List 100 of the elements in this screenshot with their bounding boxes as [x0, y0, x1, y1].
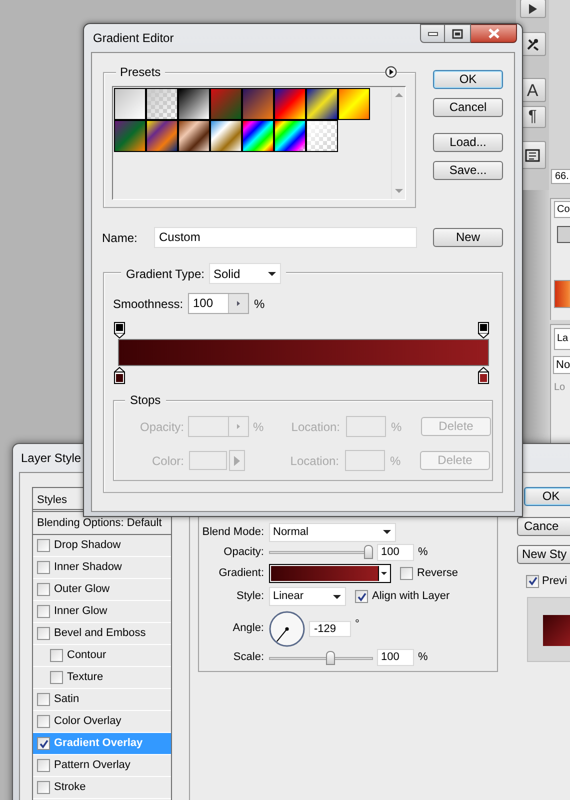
scroll-up-icon — [394, 93, 402, 97]
list-item[interactable]: Inner Shadow — [33, 557, 171, 579]
field-label: Blend Mode: — [202, 524, 264, 540]
field-label: Gradient Type: — [126, 266, 204, 282]
angle-dial — [269, 610, 305, 646]
checkbox[interactable] — [50, 671, 63, 684]
preview-swatch — [543, 614, 570, 646]
style-select[interactable]: Linear — [269, 587, 346, 606]
slider[interactable] — [269, 650, 373, 664]
opacity-stop[interactable] — [478, 322, 489, 339]
unit-label: ° — [355, 619, 360, 630]
blend-mode-select[interactable]: Normal — [269, 522, 396, 542]
checkbox[interactable] — [37, 693, 50, 706]
field-label: Scale: — [232, 650, 264, 666]
gradient-preset[interactable] — [306, 88, 338, 120]
gradient-preset[interactable] — [114, 88, 146, 120]
lock-label: Lo — [554, 382, 566, 394]
slider-thumb[interactable] — [364, 545, 373, 559]
gradient-picker[interactable] — [269, 564, 391, 582]
gradient-preset[interactable] — [146, 120, 178, 152]
color-stop[interactable] — [478, 367, 489, 384]
menu-button[interactable] — [385, 66, 397, 78]
list-item[interactable]: Texture — [33, 667, 171, 689]
list-item[interactable]: Contour — [33, 645, 171, 667]
opacity-stop[interactable] — [114, 322, 125, 339]
checkbox[interactable] — [37, 781, 50, 794]
scale-field[interactable]: 100 — [377, 649, 414, 666]
caret-icon — [268, 272, 276, 276]
field-label: Opacity: — [138, 418, 184, 436]
slider[interactable] — [269, 545, 373, 559]
opacity-field[interactable]: 100 — [377, 544, 414, 560]
checkbox[interactable] — [400, 566, 413, 580]
gradient-preset[interactable] — [178, 88, 210, 120]
scrollbar[interactable] — [391, 87, 405, 199]
list-item[interactable]: Satin — [33, 689, 171, 711]
checkbox-checked[interactable] — [355, 590, 368, 603]
new-style-button[interactable]: New Sty — [517, 545, 570, 564]
unit-label: % — [391, 418, 403, 436]
field-label: Location: — [289, 452, 339, 470]
checkbox[interactable] — [37, 715, 50, 728]
list-item[interactable]: Drop Shadow — [33, 535, 171, 557]
panel-tab[interactable]: La — [554, 328, 570, 350]
save-button[interactable]: Save... — [433, 161, 503, 180]
load-button[interactable]: Load... — [433, 133, 503, 152]
gradient-preset[interactable] — [146, 88, 178, 120]
checkbox[interactable] — [37, 759, 50, 772]
new-button[interactable]: New — [433, 228, 503, 247]
gradient-preset[interactable] — [242, 88, 274, 120]
checkbox-checked[interactable] — [526, 574, 539, 588]
list-item[interactable]: Inner Glow — [33, 601, 171, 623]
angle-field[interactable]: -129 — [309, 620, 351, 636]
checkbox[interactable] — [50, 649, 63, 662]
blend-mode-dropdown[interactable]: No — [553, 356, 570, 374]
list-item[interactable]: Stroke — [33, 777, 171, 799]
field-label: Color: — [150, 452, 184, 470]
field-label: Smoothness: — [113, 296, 184, 312]
cancel-button[interactable]: Cance — [517, 517, 570, 536]
checkbox[interactable] — [37, 583, 50, 596]
slider-thumb[interactable] — [326, 650, 335, 664]
checkbox[interactable] — [37, 627, 50, 640]
name-field[interactable]: Custom — [154, 227, 417, 248]
gradient-preset[interactable] — [306, 120, 338, 152]
checkbox-label: Reverse — [417, 566, 458, 581]
gradient-bar[interactable] — [118, 339, 489, 366]
ok-button[interactable]: OK — [433, 70, 503, 89]
unit-label: % — [418, 544, 428, 560]
ok-button[interactable]: OK — [524, 487, 570, 506]
gradient-preset[interactable] — [178, 120, 210, 152]
zoom-field[interactable]: 66. — [551, 169, 570, 184]
gradient-preset[interactable] — [114, 120, 146, 152]
gradient-type-select[interactable]: Solid — [208, 263, 280, 284]
gradient-preset[interactable] — [338, 88, 370, 120]
list-item[interactable]: Bevel and Emboss — [33, 623, 171, 645]
close-button[interactable] — [471, 24, 517, 43]
smoothness-field[interactable]: 100 — [188, 293, 249, 314]
panel-tab[interactable]: Co — [554, 201, 570, 218]
checkbox-checked[interactable] — [37, 737, 50, 750]
play-button[interactable] — [520, 0, 546, 18]
unit-label: % — [418, 650, 428, 666]
color-stop[interactable] — [114, 367, 125, 384]
unit-label: % — [253, 418, 265, 436]
field-label: Location: — [290, 418, 340, 436]
list-item[interactable]: Pattern Overlay — [33, 755, 171, 777]
gradient-preset[interactable] — [274, 88, 306, 120]
checkbox[interactable] — [37, 539, 50, 552]
maximize-button[interactable] — [445, 24, 471, 43]
gradient-preset[interactable] — [242, 120, 274, 152]
cancel-button[interactable]: Cancel — [433, 98, 503, 117]
dropdown-button[interactable] — [378, 566, 389, 580]
gradient-preset[interactable] — [210, 120, 242, 152]
maximize-icon — [452, 28, 463, 38]
minimize-icon — [428, 32, 438, 36]
minimize-button[interactable] — [420, 24, 445, 43]
caret-icon — [381, 572, 387, 574]
gradient-preset[interactable] — [274, 120, 306, 152]
checkbox-label: Previ — [542, 574, 568, 589]
checkbox[interactable] — [37, 605, 50, 618]
checkbox[interactable] — [37, 561, 50, 574]
list-item[interactable]: Outer Glow — [33, 579, 171, 601]
field-label: Gradient: — [218, 566, 264, 581]
